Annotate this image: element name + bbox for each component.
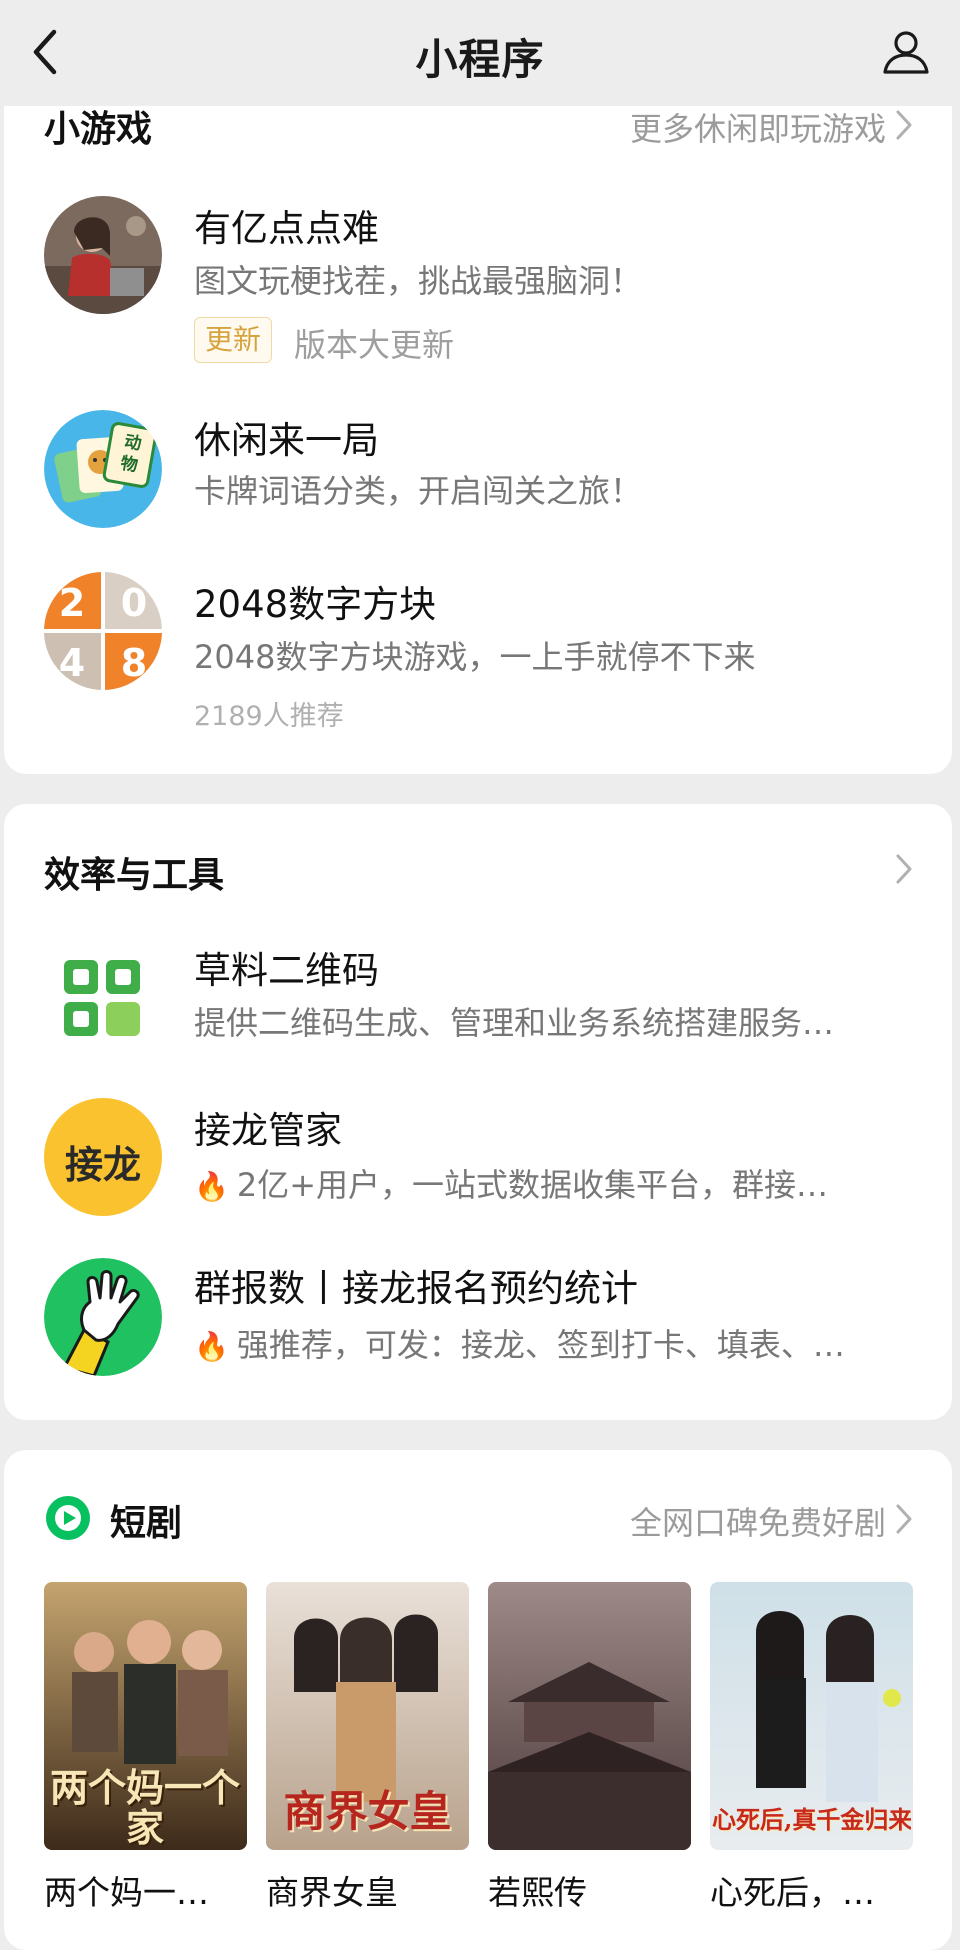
user-icon[interactable]	[880, 26, 932, 78]
app-name: 草料二维码	[194, 949, 379, 992]
drama-poster[interactable]	[488, 1582, 691, 1850]
poster-title-art: 两个妈一个家	[50, 1765, 241, 1850]
fire-icon: 🔥	[194, 1330, 229, 1363]
drama-title[interactable]: 心死后，…	[710, 1866, 875, 1914]
games-section-title: 小游戏	[44, 109, 153, 150]
jielong-icon-label: 接龙	[64, 1143, 141, 1187]
chevron-right-icon[interactable]	[894, 1502, 914, 1536]
update-badge: 更新	[194, 317, 273, 363]
app-name: 有亿点点难	[194, 207, 379, 250]
poster-title-art: 心死后,真千金归来	[712, 1805, 911, 1834]
drama-poster[interactable]: 两个妈一个家	[44, 1582, 247, 1850]
drama-section-title: 短剧	[110, 1503, 183, 1544]
qunbaoshu-app-icon	[44, 1258, 162, 1376]
digit-4: 4	[59, 641, 85, 685]
drama-section: 短剧 全网口碑免费好剧 两个妈一个家 商界女皇 心死后,真千金归来 两个妈一… …	[4, 1450, 952, 1950]
recommend-count: 2189人推荐	[194, 701, 344, 732]
drama-poster[interactable]: 心死后,真千金归来	[710, 1582, 913, 1850]
poster-title-art: 商界女皇	[283, 1787, 452, 1836]
app-description: 2048数字方块游戏，一上手就停不下来	[194, 638, 756, 676]
nav-bar: 小程序	[0, 0, 960, 106]
drama-poster[interactable]: 商界女皇	[266, 1582, 469, 1850]
jielong-app-icon: 接龙	[44, 1098, 162, 1216]
app-description: 图文玩梗找茬，挑战最强脑洞！	[194, 262, 643, 300]
drama-title[interactable]: 两个妈一…	[44, 1866, 209, 1914]
game-avatar-icon	[44, 196, 162, 314]
drama-title[interactable]: 商界女皇	[266, 1866, 398, 1914]
qrcode-app-icon	[44, 940, 162, 1058]
app-description-text: 强推荐，可发：接龙、签到打卡、填表、…	[236, 1326, 845, 1364]
fire-icon: 🔥	[194, 1170, 229, 1203]
digit-8: 8	[121, 641, 147, 685]
card-game-icon: 动物	[44, 410, 162, 528]
app-name: 休闲来一局	[194, 419, 379, 462]
chevron-right-icon[interactable]	[894, 852, 914, 886]
badge-description: 版本大更新	[294, 326, 455, 364]
app-name: 接龙管家	[194, 1109, 342, 1152]
digit-2: 2	[59, 581, 85, 625]
chevron-right-icon[interactable]	[894, 108, 914, 142]
app-description: 🔥 2亿+用户，一站式数据收集平台，群接…	[194, 1160, 914, 1206]
digit-0: 0	[121, 581, 147, 625]
app-description: 提供二维码生成、管理和业务系统搭建服务…	[194, 1004, 835, 1042]
2048-game-icon: 2 0 4 8	[44, 572, 162, 690]
drama-title[interactable]: 若熙传	[488, 1866, 587, 1914]
app-description-text: 2亿+用户，一站式数据收集平台，群接…	[236, 1166, 829, 1204]
app-name: 2048数字方块	[194, 583, 437, 626]
drama-more-link[interactable]: 全网口碑免费好剧	[630, 1498, 886, 1544]
tools-section-title: 效率与工具	[44, 855, 225, 896]
app-description: 🔥 强推荐，可发：接龙、签到打卡、填表、…	[194, 1320, 914, 1366]
play-icon	[46, 1496, 90, 1540]
tools-section: 效率与工具 草料二维码 提供二维码生成、管理和业务系统搭建服务… 接龙 接龙管家…	[4, 804, 952, 1420]
app-description: 卡牌词语分类，开启闯关之旅！	[194, 472, 643, 510]
page-title: 小程序	[415, 35, 545, 84]
games-section: 小游戏 更多休闲即玩游戏 有亿点点难 图文玩梗找茬，挑战最强脑洞！ 更新 版本大…	[4, 80, 952, 774]
games-more-link[interactable]: 更多休闲即玩游戏	[630, 104, 886, 150]
app-name: 群报数丨接龙报名预约统计	[194, 1267, 638, 1310]
